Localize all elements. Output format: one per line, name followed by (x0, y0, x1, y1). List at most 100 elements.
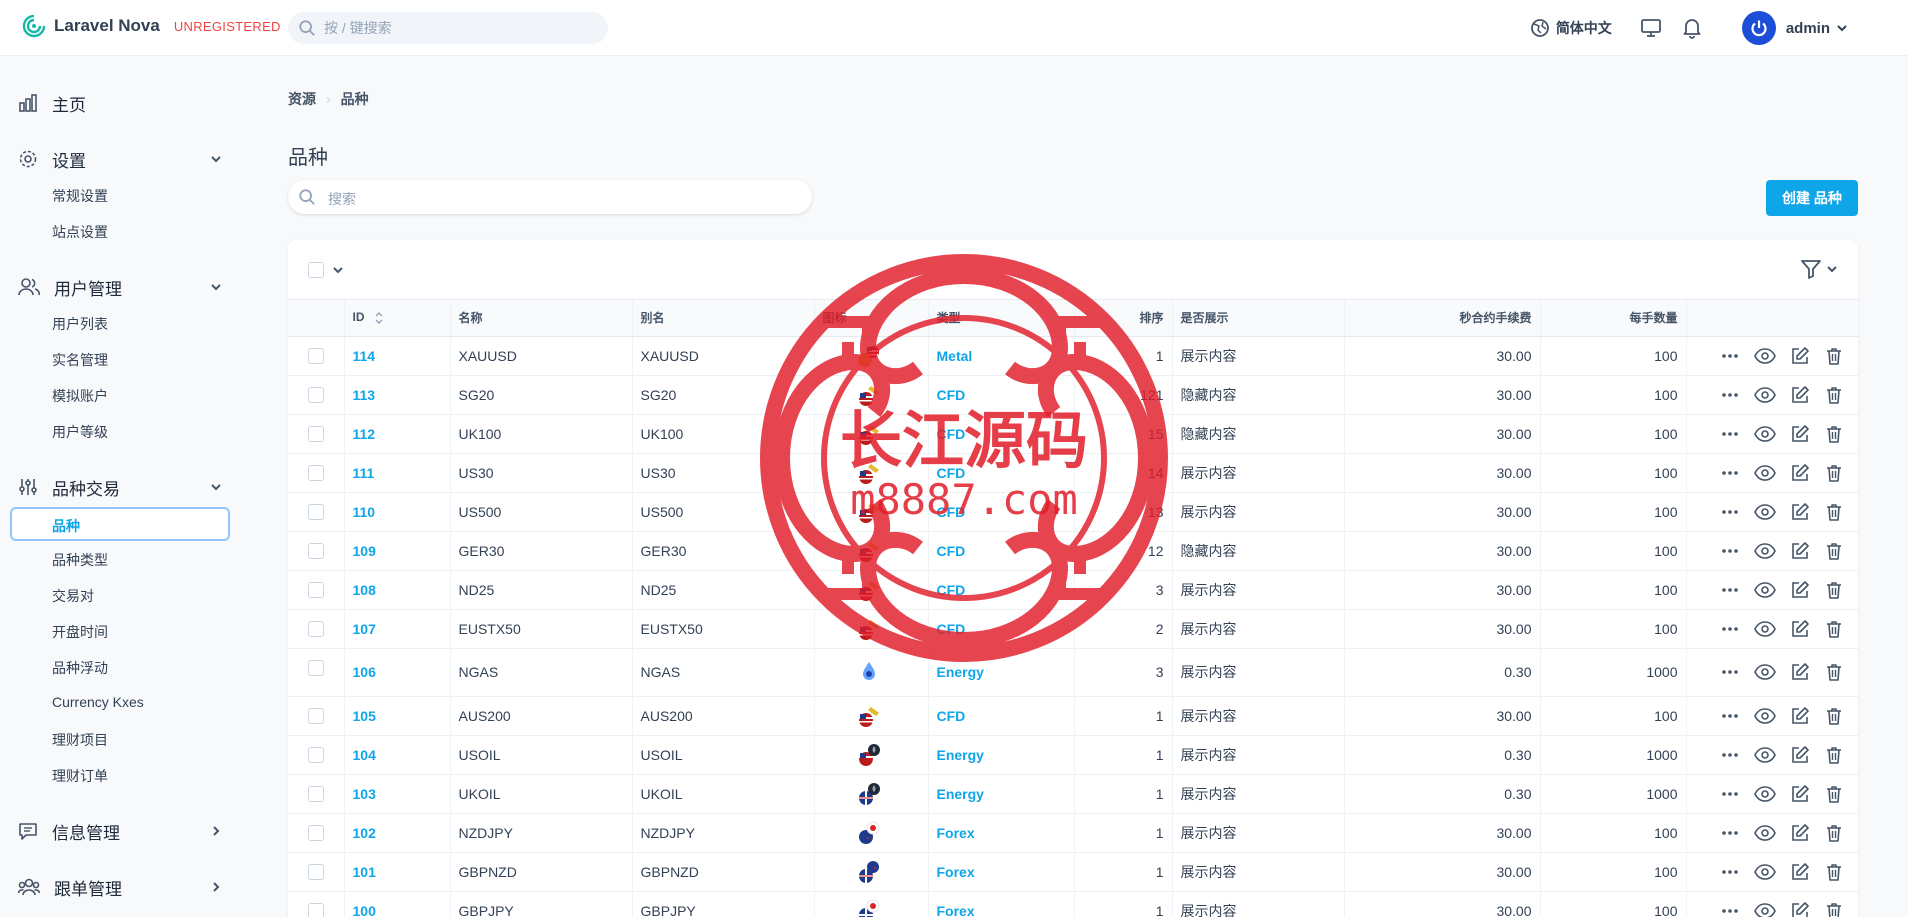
type-link[interactable]: Forex (937, 903, 975, 917)
edit-icon[interactable] (1790, 346, 1810, 366)
type-link[interactable]: CFD (937, 426, 966, 442)
id-link[interactable]: 107 (353, 621, 376, 637)
eye-icon[interactable] (1753, 580, 1776, 600)
sidebar-item-currency-kxes[interactable]: Currency Kxes (52, 694, 144, 710)
row-checkbox[interactable] (308, 824, 324, 841)
edit-icon[interactable] (1790, 706, 1810, 726)
id-link[interactable]: 110 (353, 504, 376, 520)
more-icon[interactable] (1720, 502, 1740, 522)
edit-icon[interactable] (1790, 619, 1810, 639)
resource-search-input[interactable]: 搜索 (288, 180, 812, 214)
trash-icon[interactable] (1824, 463, 1844, 483)
sidebar-item-demo-accounts[interactable]: 模拟账户 (52, 386, 108, 406)
edit-icon[interactable] (1790, 784, 1810, 804)
cell-type[interactable]: Forex (928, 891, 1075, 917)
type-link[interactable]: Metal (937, 348, 973, 364)
cell-id[interactable]: 114 (344, 336, 451, 376)
global-search-input[interactable]: 按 / 键搜索 (288, 12, 608, 44)
row-checkbox[interactable] (308, 659, 324, 676)
cell-id[interactable]: 102 (344, 813, 451, 853)
eye-icon[interactable] (1753, 463, 1776, 483)
id-link[interactable]: 109 (353, 543, 376, 559)
cell-id[interactable]: 111 (344, 453, 451, 493)
cell-id[interactable]: 103 (344, 774, 451, 814)
cell-id[interactable]: 100 (344, 891, 451, 917)
cell-id[interactable]: 108 (344, 570, 451, 610)
create-symbol-button[interactable]: 创建 品种 (1766, 180, 1858, 216)
eye-icon[interactable] (1753, 619, 1776, 639)
row-checkbox[interactable] (308, 746, 324, 763)
table-row[interactable]: 112 UK100 UK100 CFD 15 隐藏内容 30.00 100 (288, 414, 1858, 454)
type-link[interactable]: Forex (937, 825, 975, 841)
id-link[interactable]: 105 (353, 708, 376, 724)
edit-icon[interactable] (1790, 502, 1810, 522)
edit-icon[interactable] (1790, 823, 1810, 843)
table-row[interactable]: 106 NGAS NGAS Energy 3 展示内容 0.30 1000 (288, 648, 1858, 697)
id-link[interactable]: 102 (353, 825, 376, 841)
cell-type[interactable]: Energy (928, 774, 1075, 814)
cell-type[interactable]: Forex (928, 813, 1075, 853)
user-menu[interactable]: admin (1741, 11, 1848, 45)
breadcrumb-root[interactable]: 资源 (288, 89, 316, 109)
trash-icon[interactable] (1824, 784, 1844, 804)
filter-button[interactable] (1800, 258, 1838, 280)
id-link[interactable]: 108 (353, 582, 376, 598)
cell-id[interactable]: 109 (344, 531, 451, 571)
id-link[interactable]: 104 (353, 747, 376, 763)
more-icon[interactable] (1720, 745, 1740, 765)
type-link[interactable]: CFD (937, 582, 966, 598)
table-row[interactable]: 105 AUS200 AUS200 CFD 1 展示内容 30.00 100 (288, 696, 1858, 736)
cell-id[interactable]: 107 (344, 609, 451, 649)
row-checkbox[interactable] (308, 620, 324, 637)
row-checkbox[interactable] (308, 902, 324, 917)
trash-icon[interactable] (1824, 346, 1844, 366)
cell-type[interactable]: CFD (928, 531, 1075, 571)
table-row[interactable]: 113 SG20 SG20 CFD 121 隐藏内容 30.00 100 (288, 375, 1858, 415)
sidebar-item-wealth-projects[interactable]: 理财项目 (52, 730, 108, 750)
id-link[interactable]: 114 (353, 348, 376, 364)
chevron-down-icon[interactable] (332, 264, 344, 276)
cell-type[interactable]: CFD (928, 492, 1075, 532)
cell-id[interactable]: 112 (344, 414, 451, 454)
eye-icon[interactable] (1753, 784, 1776, 804)
edit-icon[interactable] (1790, 580, 1810, 600)
sidebar-item-home[interactable]: 主页 (18, 88, 223, 118)
edit-icon[interactable] (1790, 901, 1810, 917)
table-row[interactable]: 101 GBPNZD GBPNZD Forex 1 展示内容 30.00 100 (288, 852, 1858, 892)
id-link[interactable]: 100 (353, 903, 376, 917)
brand-logo[interactable]: Laravel Nova UNREGISTERED (22, 14, 281, 38)
edit-icon[interactable] (1790, 662, 1810, 682)
more-icon[interactable] (1720, 346, 1740, 366)
edit-icon[interactable] (1790, 745, 1810, 765)
edit-icon[interactable] (1790, 541, 1810, 561)
table-row[interactable]: 102 NZDJPY NZDJPY Forex 1 展示内容 30.00 100 (288, 813, 1858, 853)
sidebar-item-symbols[interactable]: 品种 (10, 507, 230, 541)
trash-icon[interactable] (1824, 385, 1844, 405)
more-icon[interactable] (1720, 541, 1740, 561)
sidebar-group-copy-trading[interactable]: 跟单管理 (18, 872, 223, 902)
sidebar-group-trading[interactable]: 品种交易 (18, 472, 223, 502)
more-icon[interactable] (1720, 385, 1740, 405)
cell-id[interactable]: 101 (344, 852, 451, 892)
sidebar-item-symbol-float[interactable]: 品种浮动 (52, 658, 108, 678)
row-checkbox[interactable] (308, 503, 324, 520)
cell-id[interactable]: 110 (344, 492, 451, 532)
sidebar-item-general-settings[interactable]: 常规设置 (52, 186, 108, 206)
sidebar-item-user-list[interactable]: 用户列表 (52, 314, 108, 334)
trash-icon[interactable] (1824, 706, 1844, 726)
edit-icon[interactable] (1790, 385, 1810, 405)
trash-icon[interactable] (1824, 662, 1844, 682)
more-icon[interactable] (1720, 619, 1740, 639)
table-row[interactable]: 108 ND25 ND25 CFD 3 展示内容 30.00 100 (288, 570, 1858, 610)
cell-type[interactable]: CFD (928, 609, 1075, 649)
type-link[interactable]: Energy (937, 786, 984, 802)
trash-icon[interactable] (1824, 424, 1844, 444)
sidebar-item-trading-pairs[interactable]: 交易对 (52, 586, 94, 606)
sidebar-item-site-settings[interactable]: 站点设置 (52, 222, 108, 242)
select-all-checkbox[interactable] (308, 262, 324, 278)
cell-type[interactable]: Energy (928, 648, 1075, 697)
more-icon[interactable] (1720, 901, 1740, 917)
eye-icon[interactable] (1753, 662, 1776, 682)
column-id[interactable]: ID (344, 300, 451, 337)
eye-icon[interactable] (1753, 541, 1776, 561)
